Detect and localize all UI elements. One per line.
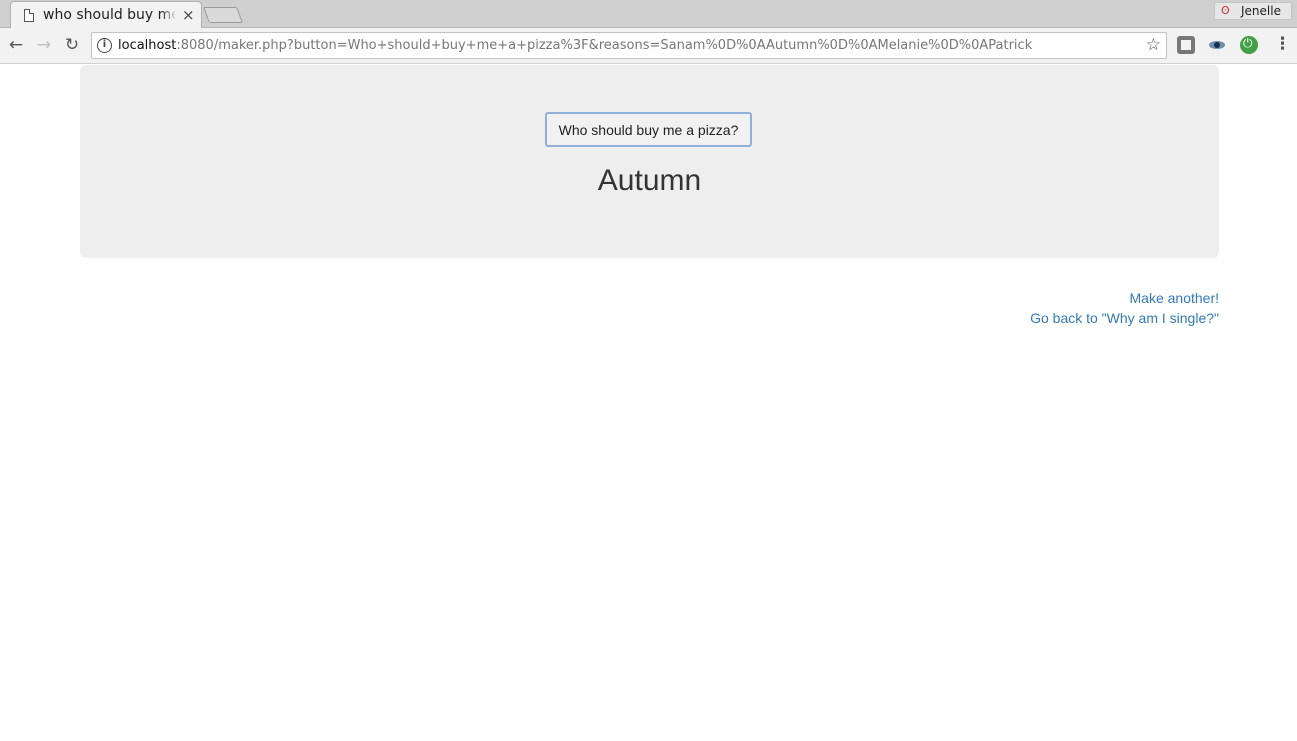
tab-strip: who should buy me × ʘ Jenelle bbox=[0, 0, 1297, 29]
profile-button[interactable]: ʘ Jenelle bbox=[1214, 2, 1292, 20]
tab-title-fade bbox=[161, 6, 177, 26]
new-tab-button[interactable] bbox=[203, 7, 243, 23]
site-info-icon[interactable]: i bbox=[97, 38, 112, 53]
tab-title: who should buy me bbox=[43, 7, 175, 23]
jumbotron: Who should buy me a pizza? Autumn bbox=[80, 65, 1219, 258]
document-icon bbox=[24, 9, 34, 22]
browser-toolbar: ← → ↻ i localhost:8080/maker.php?button=… bbox=[0, 28, 1297, 64]
profile-name: Jenelle bbox=[1241, 4, 1281, 18]
forward-icon[interactable]: → bbox=[33, 34, 55, 56]
url-host: localhost bbox=[118, 38, 177, 53]
extension-eye-icon[interactable] bbox=[1208, 36, 1226, 54]
footer-links: Make another! Go back to "Why am I singl… bbox=[900, 288, 1219, 328]
url-text[interactable]: localhost:8080/maker.php?button=Who+shou… bbox=[118, 38, 1032, 53]
back-icon[interactable]: ← bbox=[5, 34, 27, 56]
extension-square-icon[interactable] bbox=[1177, 36, 1195, 54]
reload-icon[interactable]: ↻ bbox=[61, 34, 83, 56]
make-another-link[interactable]: Make another! bbox=[900, 288, 1220, 308]
browser-menu-icon[interactable]: ⋮ bbox=[1274, 34, 1291, 54]
profile-icon: ʘ bbox=[1221, 4, 1230, 17]
address-bar[interactable]: i localhost:8080/maker.php?button=Who+sh… bbox=[91, 32, 1167, 59]
go-back-link[interactable]: Go back to "Why am I single?" bbox=[900, 308, 1219, 328]
browser-tab[interactable]: who should buy me × bbox=[10, 1, 202, 29]
bookmark-star-icon[interactable]: ☆ bbox=[1146, 35, 1161, 55]
extension-power-icon[interactable] bbox=[1240, 36, 1258, 54]
pizza-button[interactable]: Who should buy me a pizza? bbox=[545, 112, 752, 147]
url-path: :8080/maker.php?button=Who+should+buy+me… bbox=[176, 38, 1033, 53]
result-name: Autumn bbox=[597, 164, 702, 197]
close-tab-icon[interactable]: × bbox=[182, 6, 195, 24]
